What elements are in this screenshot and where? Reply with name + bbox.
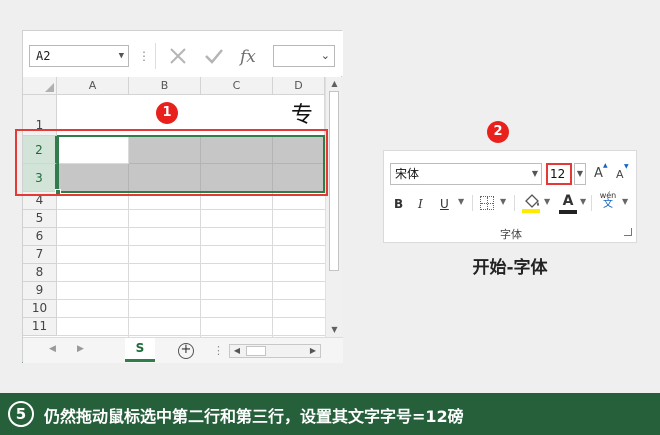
prev-sheet-icon[interactable]: ◀ — [49, 344, 56, 354]
excel-window: A2 ▼ ⋮ fx ⌄ A B C D 1 专 2 3 4 5 6 7 8 9 … — [22, 30, 343, 363]
more-options-icon[interactable]: ⋮ — [138, 45, 150, 67]
row-header-6[interactable]: 6 — [23, 228, 57, 246]
selection-highlight-box — [15, 129, 328, 196]
font-color-label: A — [562, 193, 574, 209]
row-header-10[interactable]: 10 — [23, 300, 57, 318]
tab-splitter-icon[interactable]: ⋮ — [213, 344, 224, 357]
decrease-font-size-button[interactable]: A ▼ — [616, 163, 629, 181]
row-header-7[interactable]: 7 — [23, 246, 57, 264]
caret-up-icon: ▲ — [603, 162, 608, 169]
sheet-tab-bar: ◀ ▶ S + ⋮ ◀ ▶ — [23, 337, 343, 363]
row-header-5[interactable]: 5 — [23, 210, 57, 228]
font-name-value: 宋体 — [395, 167, 420, 181]
phonetic-guide-icon[interactable]: wén 文 — [597, 191, 619, 210]
name-box-value: A2 — [36, 49, 51, 63]
vertical-scroll-thumb[interactable] — [329, 91, 339, 271]
next-sheet-icon[interactable]: ▶ — [77, 344, 84, 354]
italic-button[interactable]: I — [418, 197, 423, 211]
expand-formula-bar-icon[interactable]: ⌄ — [321, 46, 330, 66]
column-header-c[interactable]: C — [201, 77, 273, 95]
underline-button[interactable]: U — [440, 197, 449, 211]
horizontal-scrollbar[interactable]: ◀ ▶ — [229, 344, 321, 358]
formula-input[interactable]: ⌄ — [273, 45, 335, 67]
phonetic-lower-text: 文 — [603, 199, 613, 210]
row-header-9[interactable]: 9 — [23, 282, 57, 300]
font-size-input[interactable]: 12 — [546, 163, 572, 185]
increase-font-size-button[interactable]: A ▲ — [594, 162, 608, 181]
ribbon-divider — [514, 195, 515, 211]
scroll-right-icon[interactable]: ▶ — [307, 345, 319, 357]
insert-function-icon[interactable]: fx — [237, 44, 263, 68]
ribbon-divider — [591, 195, 592, 211]
instruction-bar: 5 仍然拖动鼠标选中第二行和第三行，设置其文字字号=12磅 — [0, 393, 660, 435]
fill-color-icon[interactable] — [522, 193, 542, 213]
underline-options-chevron-icon[interactable]: ▼ — [458, 197, 464, 206]
cancel-icon[interactable] — [165, 44, 191, 68]
fill-color-swatch — [522, 209, 540, 213]
fill-color-chevron-icon[interactable]: ▼ — [544, 197, 550, 206]
increase-font-size-label: A — [594, 166, 603, 181]
name-box[interactable]: A2 ▼ — [29, 45, 129, 67]
scroll-left-icon[interactable]: ◀ — [231, 345, 243, 357]
decrease-font-size-label: A — [616, 168, 624, 181]
phonetic-chevron-icon[interactable]: ▼ — [622, 197, 628, 206]
sheet-tab[interactable]: S — [125, 338, 155, 362]
ribbon-divider — [472, 195, 473, 211]
empty-cells-grid[interactable] — [57, 192, 325, 337]
select-all-corner[interactable] — [23, 77, 57, 95]
formula-bar-divider — [155, 43, 156, 69]
font-panel-caption: 开始-字体 — [472, 258, 548, 278]
font-group-label: 字体 — [500, 228, 522, 241]
font-name-dropdown[interactable]: 宋体 ▼ — [390, 163, 542, 185]
chevron-down-icon[interactable]: ▼ — [119, 46, 124, 66]
horizontal-scroll-thumb[interactable] — [246, 346, 266, 356]
instruction-text: 仍然拖动鼠标选中第二行和第三行，设置其文字字号=12磅 — [44, 407, 464, 426]
vertical-scrollbar[interactable]: ▲ ▼ — [325, 77, 342, 337]
font-color-icon[interactable]: A — [558, 193, 578, 214]
scroll-up-icon[interactable]: ▲ — [328, 78, 341, 90]
svg-text:fx: fx — [238, 47, 256, 67]
step-number: 5 — [8, 401, 34, 427]
column-header-b[interactable]: B — [129, 77, 201, 95]
step-badge-2: 2 — [487, 121, 509, 143]
font-color-swatch — [559, 210, 577, 214]
bold-button[interactable]: B — [394, 197, 403, 211]
add-sheet-icon[interactable]: + — [178, 343, 194, 359]
column-header-d[interactable]: D — [273, 77, 325, 95]
font-size-chevron-down-icon[interactable]: ▼ — [574, 163, 586, 185]
column-header-a[interactable]: A — [57, 77, 129, 95]
font-color-chevron-icon[interactable]: ▼ — [580, 197, 586, 206]
font-ribbon-group: 宋体 ▼ 12 ▼ A ▲ A ▼ B I U ▼ ▼ ▼ A ▼ wén 文 … — [383, 150, 637, 243]
formula-bar: A2 ▼ ⋮ fx ⌄ — [23, 31, 343, 76]
row-header-11[interactable]: 11 — [23, 318, 57, 336]
enter-checkmark-icon[interactable] — [201, 44, 227, 68]
title-cell-text: 专 — [291, 103, 314, 128]
row-header-8[interactable]: 8 — [23, 264, 57, 282]
chevron-down-icon[interactable]: ▼ — [532, 164, 538, 184]
caret-down-icon: ▼ — [624, 163, 629, 170]
step-badge-1: 1 — [156, 102, 178, 124]
borders-icon[interactable] — [480, 196, 494, 210]
scroll-down-icon[interactable]: ▼ — [328, 324, 341, 336]
dialog-launcher-icon[interactable] — [624, 228, 632, 236]
borders-chevron-icon[interactable]: ▼ — [500, 197, 506, 206]
